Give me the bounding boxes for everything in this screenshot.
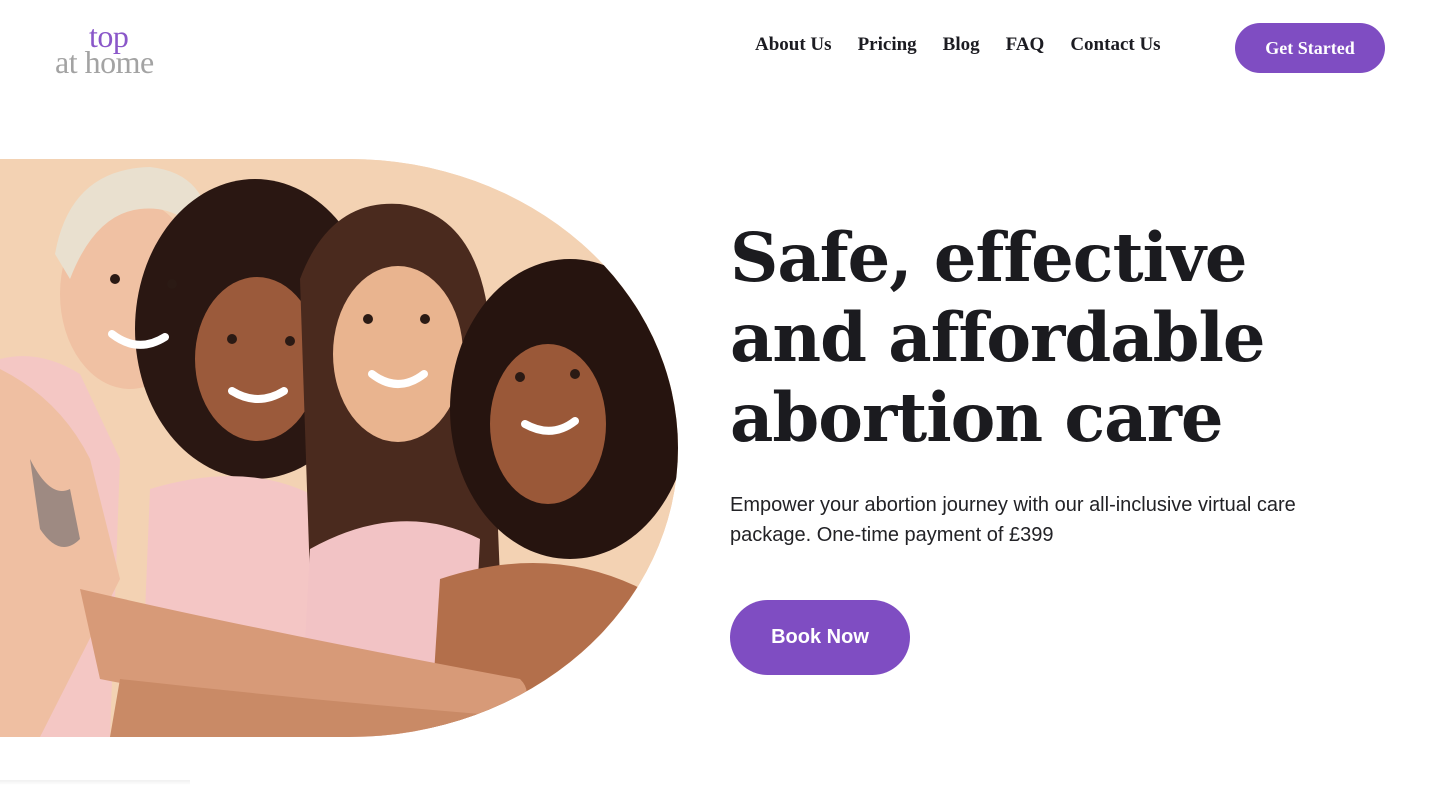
group-photo-icon	[0, 159, 678, 737]
main-nav: About Us Pricing Blog FAQ Contact Us	[742, 34, 1174, 56]
book-now-button[interactable]: Book Now	[730, 600, 910, 675]
nav-faq[interactable]: FAQ	[993, 34, 1058, 56]
logo[interactable]: top at home	[55, 20, 154, 78]
hero-image	[0, 159, 678, 737]
bottom-edge-shadow	[0, 780, 190, 785]
nav-about-us[interactable]: About Us	[742, 34, 845, 56]
headline-line-3: abortion care	[730, 378, 1224, 457]
nav-blog[interactable]: Blog	[930, 34, 993, 56]
get-started-button[interactable]: Get Started	[1235, 23, 1385, 73]
logo-at-home-text: at home	[55, 44, 154, 80]
headline-line-1: Safe, effective	[730, 218, 1248, 297]
headline-line-2: and affordable	[730, 298, 1266, 377]
hero-headline: Safe, effective and affordable abortion …	[730, 218, 1350, 458]
hero-subtext: Empower your abortion journey with our a…	[730, 494, 1296, 546]
nav-contact-us[interactable]: Contact Us	[1057, 34, 1173, 56]
nav-pricing[interactable]: Pricing	[845, 34, 930, 56]
